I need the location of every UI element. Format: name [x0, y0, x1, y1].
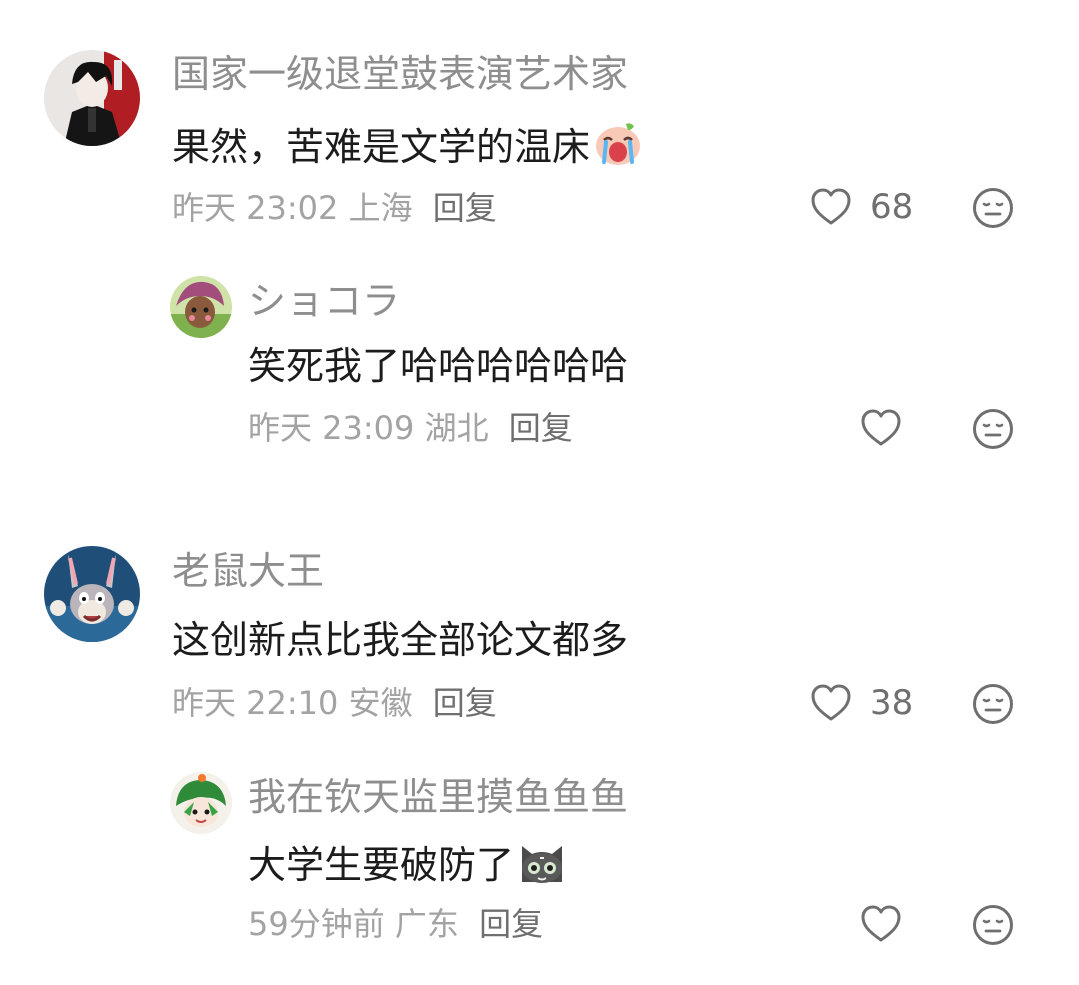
heart-icon [861, 905, 901, 942]
comment-text: 果然，苦难是文学的温床 [172, 122, 642, 177]
dislike-button[interactable] [972, 187, 1014, 229]
meh-face-icon [973, 409, 1013, 449]
cat-face-emoji [518, 838, 566, 895]
reply-item: ショコラ 笑死我了哈哈哈哈哈哈 昨天 23:09 湖北 回复 [0, 260, 1079, 480]
comment-text-body: 大学生要破防了 [248, 843, 515, 887]
comment-meta: 昨天 22:10 安徽 回复 [172, 683, 497, 723]
reply-button[interactable]: 回复 [433, 684, 497, 722]
comment-time: 昨天 23:02 [172, 189, 339, 227]
comment-time: 昨天 23:09 [248, 409, 415, 447]
comment-location: 湖北 [424, 409, 489, 447]
comment-username[interactable]: ショコラ [248, 278, 400, 324]
avatar[interactable] [170, 276, 232, 338]
comment-meta: 59分钟前 广东 回复 [248, 904, 543, 944]
like-count: 68 [870, 187, 914, 227]
meh-face-icon [973, 188, 1013, 228]
reply-button[interactable]: 回复 [479, 905, 543, 943]
crying-face-emoji [594, 122, 642, 177]
comment-location: 上海 [348, 189, 413, 227]
comment-meta: 昨天 23:02 上海 回复 [172, 188, 497, 228]
comment-text-body: 笑死我了哈哈哈哈哈哈 [248, 344, 629, 388]
reply-button[interactable]: 回复 [509, 409, 573, 447]
meh-face-icon [973, 684, 1013, 724]
heart-icon [811, 684, 851, 721]
heart-icon [861, 409, 901, 446]
avatar[interactable] [44, 50, 140, 146]
comment-username[interactable]: 国家一级退堂鼓表演艺术家 [172, 51, 628, 97]
comment-text: 大学生要破防了 [248, 838, 566, 895]
dislike-button[interactable] [972, 904, 1014, 946]
comment-username[interactable]: 我在钦天监里摸鱼鱼鱼 [248, 774, 628, 820]
comment-time: 59分钟前 [248, 905, 385, 943]
comment-text-body: 这创新点比我全部论文都多 [172, 618, 629, 662]
comment-username[interactable]: 老鼠大王 [172, 548, 324, 594]
avatar[interactable] [170, 772, 232, 834]
like-button[interactable]: 68 [810, 187, 913, 227]
like-count: 38 [870, 683, 914, 723]
comment-text-body: 果然，苦难是文学的温床 [172, 125, 591, 169]
comment-location: 广东 [394, 905, 459, 943]
dislike-button[interactable] [972, 683, 1014, 725]
comment-time: 昨天 22:10 [172, 684, 339, 722]
meh-face-icon [973, 905, 1013, 945]
comment-item: 国家一级退堂鼓表演艺术家 果然，苦难是文学的温床 昨天 23:02 上海 回复 … [0, 0, 1079, 260]
comment-text: 这创新点比我全部论文都多 [172, 616, 628, 664]
comment-meta: 昨天 23:09 湖北 回复 [248, 408, 573, 448]
reply-item: 我在钦天监里摸鱼鱼鱼 大学生要破防了 59分钟前 广东 回复 [0, 758, 1079, 985]
heart-icon [811, 188, 851, 225]
like-button[interactable]: 38 [810, 683, 913, 723]
dislike-button[interactable] [972, 408, 1014, 450]
comment-text: 笑死我了哈哈哈哈哈哈 [248, 342, 628, 390]
avatar[interactable] [44, 546, 140, 642]
like-button[interactable] [860, 408, 902, 448]
comment-location: 安徽 [348, 684, 413, 722]
reply-button[interactable]: 回复 [433, 189, 497, 227]
comment-item: 老鼠大王 这创新点比我全部论文都多 昨天 22:10 安徽 回复 38 [0, 530, 1079, 750]
like-button[interactable] [860, 904, 902, 944]
